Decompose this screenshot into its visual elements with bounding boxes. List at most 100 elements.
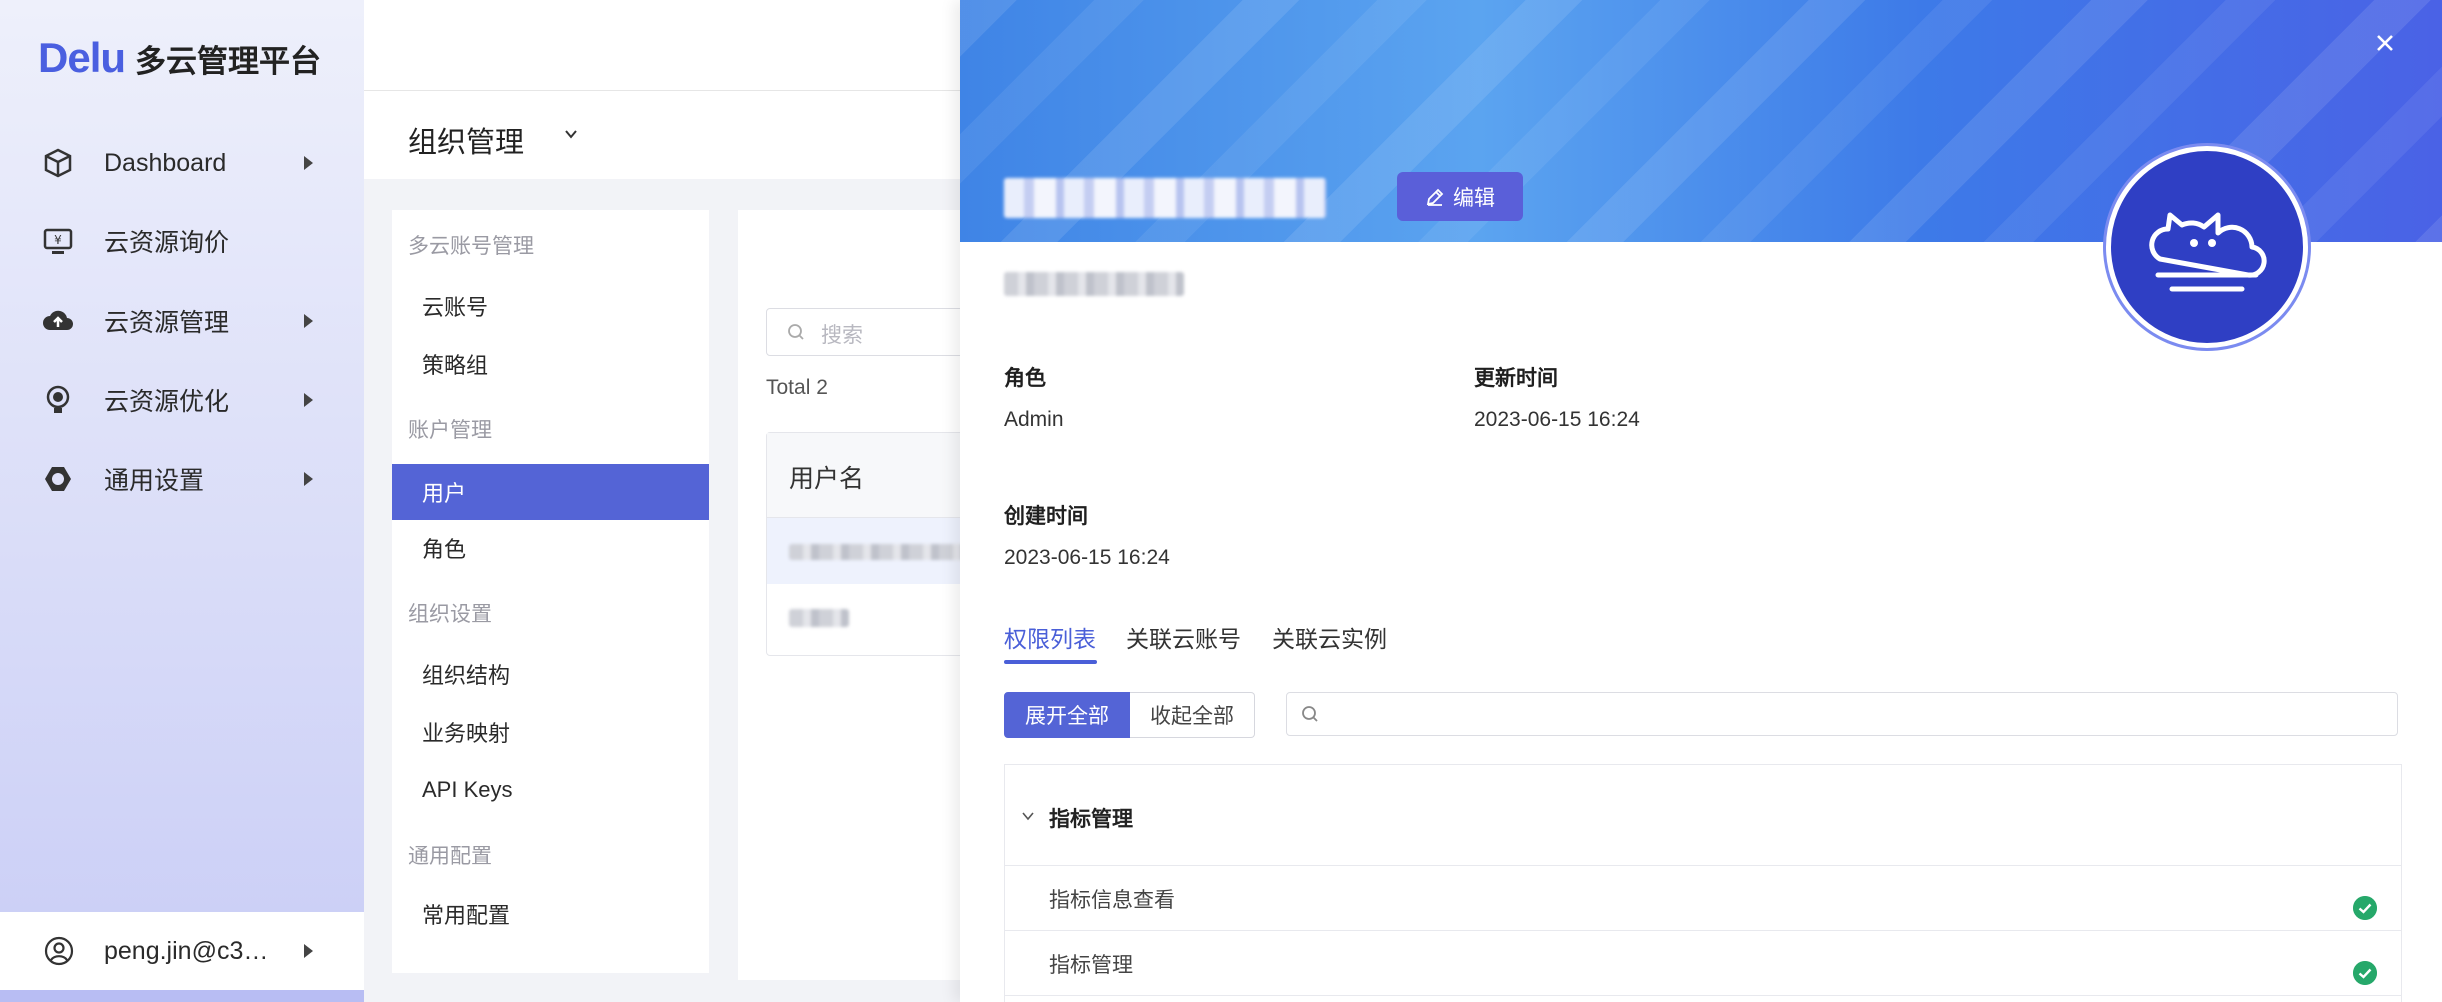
- edit-button[interactable]: 编辑: [1397, 172, 1523, 221]
- sidebar-item-label: Dashboard: [104, 148, 227, 177]
- caret-right-icon: [304, 156, 313, 170]
- created-label: 创建时间: [1004, 505, 1088, 528]
- avatar: [2106, 146, 2308, 348]
- table-row[interactable]: [767, 585, 977, 651]
- submenu-item-roles[interactable]: 角色: [392, 520, 709, 576]
- sidebar-item-dashboard[interactable]: Dashboard: [0, 128, 364, 198]
- sidebar: Delu 多云管理平台 Dashboard ¥ 云资源询价 云资源管理 云资源优…: [0, 0, 364, 1002]
- submenu-item-cloud-account[interactable]: 云账号: [392, 278, 709, 334]
- check-circle-icon: [2353, 961, 2377, 985]
- submenu-item-org-structure[interactable]: 组织结构: [392, 646, 709, 702]
- submenu-item-common-config[interactable]: 常用配置: [392, 886, 709, 942]
- svg-text:¥: ¥: [54, 233, 62, 247]
- redacted-text: [789, 544, 969, 560]
- permission-label: 指标管理: [1049, 954, 1133, 977]
- caret-right-icon: [304, 944, 313, 958]
- submenu-group-title: 组织设置: [408, 603, 492, 626]
- updated-label: 更新时间: [1474, 367, 1558, 390]
- submenu-item-label: 云账号: [422, 295, 489, 320]
- caret-right-icon: [304, 472, 313, 486]
- chevron-down-icon[interactable]: [564, 127, 578, 141]
- permission-row: 指标管理: [1005, 931, 2401, 996]
- submenu-item-label: 角色: [422, 537, 467, 562]
- redacted-email: [1004, 272, 1184, 296]
- submenu: 多云账号管理 云账号 策略组 账户管理 用户 角色 组织设置 组织结构 业务映射…: [392, 210, 709, 973]
- tab-linked-cloud-instances[interactable]: 关联云实例: [1272, 620, 1387, 654]
- caret-right-icon: [304, 393, 313, 407]
- tab-linked-cloud-accounts[interactable]: 关联云账号: [1126, 620, 1241, 654]
- org-header: 组织管理: [364, 91, 964, 179]
- permission-row: 指标信息查看: [1005, 866, 2401, 931]
- check-circle-icon: [2353, 896, 2377, 920]
- edit-icon: [1426, 188, 1444, 206]
- sidebar-item-label: 通用设置: [104, 467, 205, 495]
- submenu-group-title: 多云账号管理: [408, 235, 534, 258]
- user-detail-drawer: 编辑 角色 Admin 更新时间 2023-06-15 16:24 创建时间 2…: [960, 0, 2442, 1002]
- submenu-item-label: 常用配置: [422, 903, 511, 928]
- permission-tree: 指标管理 指标信息查看 指标管理: [1004, 764, 2402, 1002]
- sidebar-item-label: 云资源询价: [104, 229, 230, 257]
- edit-label: 编辑: [1453, 186, 1495, 210]
- role-label: 角色: [1004, 367, 1046, 390]
- user-table: 用户名: [766, 432, 978, 656]
- submenu-item-api-keys[interactable]: API Keys: [392, 762, 709, 818]
- logo-brand: Delu: [38, 34, 126, 81]
- expand-collapse-group: 展开全部 收起全部: [1004, 692, 1255, 738]
- submenu-item-label: 业务映射: [422, 721, 511, 746]
- submenu-item-policy-group[interactable]: 策略组: [392, 336, 709, 392]
- tab-underline: [1004, 660, 1097, 664]
- table-header: 用户名: [767, 433, 977, 518]
- total-count: Total 2: [766, 376, 828, 399]
- caret-right-icon: [304, 314, 313, 328]
- collapse-all-button[interactable]: 收起全部: [1130, 692, 1255, 738]
- search-input[interactable]: 搜索: [766, 308, 968, 356]
- permission-search-input[interactable]: [1286, 692, 2398, 736]
- search-icon: [788, 324, 804, 340]
- tab-permissions[interactable]: 权限列表: [1004, 620, 1096, 654]
- user-circle-icon: [44, 936, 74, 966]
- redacted-text: [789, 609, 849, 627]
- user-name: peng.jin@c3…: [104, 936, 269, 965]
- permission-group[interactable]: 指标管理: [1005, 765, 2401, 866]
- monitor-price-icon: ¥: [43, 228, 73, 254]
- page-title: 组织管理: [408, 127, 525, 159]
- permission-group-label: 指标管理: [1049, 808, 1133, 831]
- role-value: Admin: [1004, 408, 1064, 431]
- submenu-item-users[interactable]: 用户: [392, 464, 709, 520]
- created-value: 2023-06-15 16:24: [1004, 546, 1170, 569]
- search-placeholder: 搜索: [821, 324, 863, 347]
- sidebar-footer: [0, 990, 364, 1002]
- cloud-upload-icon: [43, 310, 73, 330]
- submenu-item-label: 组织结构: [422, 663, 511, 688]
- user-list-card: 搜索 Total 2 用户名: [738, 210, 978, 980]
- search-icon: [1302, 706, 1318, 722]
- logo[interactable]: Delu 多云管理平台: [38, 34, 321, 82]
- user-menu[interactable]: peng.jin@c3…: [0, 912, 364, 990]
- submenu-item-label: API Keys: [422, 777, 513, 802]
- redacted-user-name: [1004, 178, 1326, 218]
- expand-all-button[interactable]: 展开全部: [1004, 692, 1130, 738]
- submenu-group-title: 账户管理: [408, 419, 492, 442]
- submenu-group-title: 通用配置: [408, 845, 492, 868]
- sidebar-item-optimize[interactable]: 云资源优化: [0, 365, 364, 435]
- close-icon[interactable]: [2372, 30, 2398, 56]
- topbar: [364, 0, 964, 91]
- sidebar-item-settings[interactable]: 通用设置: [0, 444, 364, 514]
- cat-cloud-icon: [2149, 212, 2267, 292]
- cube-icon: [44, 148, 72, 178]
- table-row[interactable]: [767, 518, 977, 584]
- permission-label: 指标信息查看: [1049, 889, 1175, 912]
- settings-hex-icon: [45, 467, 71, 491]
- submenu-item-business-mapping[interactable]: 业务映射: [392, 704, 709, 760]
- submenu-item-label: 策略组: [422, 353, 489, 378]
- column-username: 用户名: [789, 465, 865, 493]
- sidebar-item-price[interactable]: ¥ 云资源询价: [0, 206, 364, 276]
- sidebar-item-resource[interactable]: 云资源管理: [0, 286, 364, 356]
- sidebar-item-label: 云资源优化: [104, 388, 230, 416]
- updated-value: 2023-06-15 16:24: [1474, 408, 1640, 431]
- sidebar-item-label: 云资源管理: [104, 309, 230, 337]
- logo-title: 多云管理平台: [135, 44, 322, 79]
- chevron-down-icon[interactable]: [1021, 809, 1035, 823]
- bulb-icon: [46, 385, 70, 413]
- submenu-item-label: 用户: [422, 481, 467, 506]
